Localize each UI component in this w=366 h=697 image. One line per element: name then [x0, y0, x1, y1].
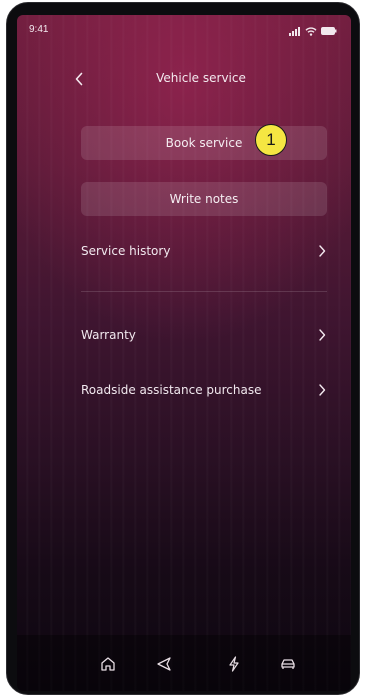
- page-title: Vehicle service: [156, 71, 246, 85]
- menu-item-label: Roadside assistance purchase: [81, 383, 262, 397]
- menu-item-label: Service history: [81, 244, 171, 258]
- tab-vehicle[interactable]: [277, 653, 299, 675]
- status-time: 9:41: [29, 24, 49, 35]
- section-divider: [81, 291, 327, 292]
- tab-charging[interactable]: [223, 653, 245, 675]
- app-screen: 9:41 Vehicle service Book service Write …: [17, 15, 351, 691]
- annotation-badge: 1: [255, 124, 287, 156]
- chevron-right-icon: [319, 245, 326, 257]
- home-icon: [101, 657, 115, 671]
- header: Vehicle service: [17, 65, 351, 93]
- book-service-button[interactable]: Book service: [81, 126, 327, 160]
- bottom-tab-bar: [17, 635, 351, 691]
- signal-icon: [289, 26, 300, 36]
- navigation-arrow-icon: [157, 657, 171, 671]
- chevron-right-icon: [319, 384, 326, 396]
- tab-navigation[interactable]: [153, 653, 175, 675]
- menu-item-service-history[interactable]: Service history: [81, 237, 327, 265]
- background-streaks: [17, 15, 351, 691]
- menu-item-warranty[interactable]: Warranty: [81, 321, 327, 349]
- lightning-icon: [229, 656, 239, 672]
- wifi-icon: [305, 26, 317, 36]
- chevron-right-icon: [319, 329, 326, 341]
- write-notes-button[interactable]: Write notes: [81, 182, 327, 216]
- menu-item-label: Warranty: [81, 328, 136, 342]
- car-icon: [281, 659, 295, 669]
- tab-home[interactable]: [97, 653, 119, 675]
- status-bar: 9:41: [17, 15, 351, 49]
- battery-icon: [321, 27, 337, 35]
- status-icons: [289, 26, 337, 36]
- menu-item-roadside-assistance[interactable]: Roadside assistance purchase: [81, 376, 327, 404]
- phone-bezel: 9:41 Vehicle service Book service Write …: [6, 2, 360, 695]
- page-frame: 9:41 Vehicle service Book service Write …: [0, 0, 366, 697]
